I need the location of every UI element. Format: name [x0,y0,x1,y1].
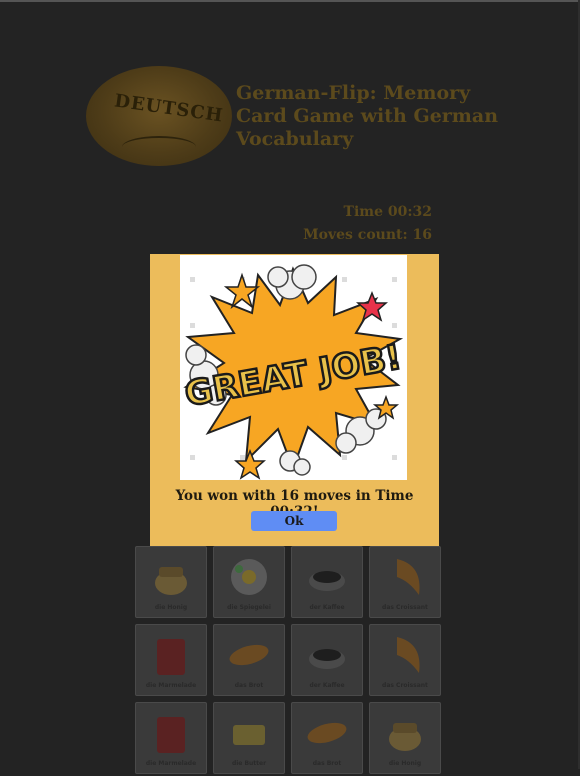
comic-burst-icon: GREAT JOB! [181,264,406,480]
win-dialog: GREAT JOB! You won with 16 moves in Time… [150,254,439,546]
ok-button[interactable]: Ok [251,511,337,531]
modal-overlay: GREAT JOB! You won with 16 moves in Time… [0,0,580,769]
great-job-illustration: GREAT JOB! [180,255,407,480]
